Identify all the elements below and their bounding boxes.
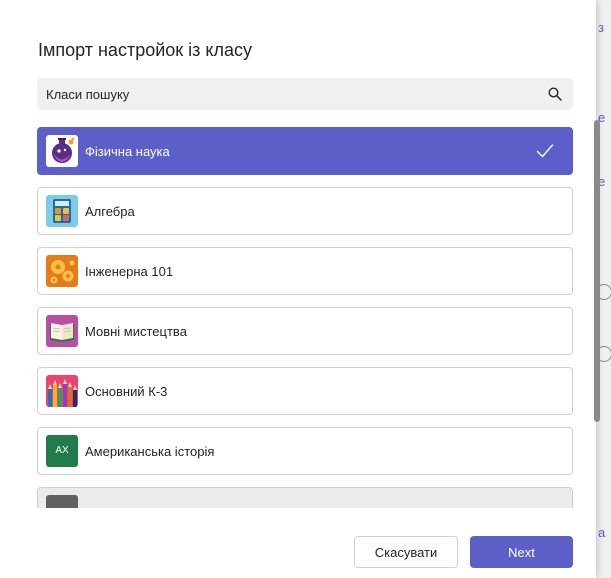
dialog-title: Імпорт настройок із класу [38, 40, 252, 60]
import-settings-dialog: Імпорт настройок із класу Класи пошуку Ф… [0, 0, 600, 578]
class-item-american-history[interactable]: AX Американська історія [37, 427, 573, 475]
class-item-basic-k3[interactable]: Основний К-3 [37, 367, 573, 415]
calculator-icon [46, 195, 78, 227]
initials-avatar: AX [46, 435, 78, 467]
class-item-physical-science[interactable]: Фізична наука [37, 127, 573, 175]
search-input[interactable] [37, 78, 573, 110]
class-item-label: Фізична наука [85, 144, 170, 159]
class-item-engineering[interactable]: Інженерна 101 [37, 247, 573, 295]
background-text-fragment: з [598, 20, 604, 35]
class-item-algebra[interactable]: Алгебра [37, 187, 573, 235]
search-icon[interactable] [548, 87, 562, 101]
next-button[interactable]: Next [470, 536, 573, 568]
class-item-partial[interactable] [37, 487, 573, 508]
class-item-language-arts[interactable]: Мовні мистецтва [37, 307, 573, 355]
class-item-label: Американська історія [85, 444, 215, 459]
science-flask-icon [46, 135, 78, 167]
class-list: Фізична наука Алгебра Інженерна 101 Мовн… [37, 127, 574, 508]
background-text-fragment: а [598, 525, 606, 540]
open-book-icon [46, 315, 78, 347]
list-scrollbar[interactable] [594, 120, 600, 422]
class-item-label: Мовні мистецтва [85, 324, 187, 339]
class-item-label: Основний К-3 [85, 384, 168, 399]
search-box [37, 78, 573, 110]
colored-pencils-icon [46, 375, 78, 407]
gears-icon [46, 255, 78, 287]
avatar-initials: AX [55, 445, 69, 456]
placeholder-thumb [46, 495, 78, 508]
class-item-label: Алгебра [85, 204, 135, 219]
checkmark-icon [536, 144, 554, 158]
class-item-label: Інженерна 101 [85, 264, 174, 279]
cancel-button[interactable]: Скасувати [354, 536, 458, 568]
